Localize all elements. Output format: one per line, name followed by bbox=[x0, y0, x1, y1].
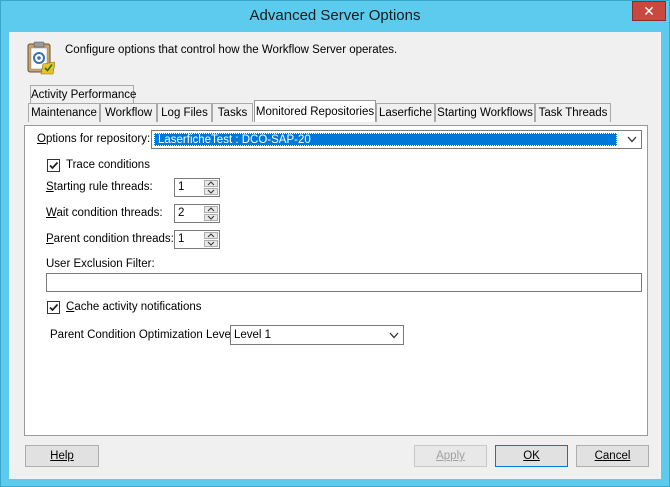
starting-threads-label: Starting rule threads: bbox=[46, 181, 153, 193]
close-button[interactable]: ✕ bbox=[632, 1, 666, 21]
tab-activity-performance[interactable]: Activity Performance bbox=[30, 85, 136, 104]
repository-label-text: ptions for repository: bbox=[45, 133, 151, 145]
spin-up-button[interactable] bbox=[204, 232, 218, 239]
optimization-level-select[interactable]: Level 1 bbox=[230, 325, 404, 345]
starting-threads-text: tarting rule threads: bbox=[53, 181, 153, 193]
trace-conditions-label: Trace conditions bbox=[66, 159, 150, 171]
arrow-down-icon bbox=[207, 241, 215, 246]
help-button-label: Help bbox=[50, 450, 74, 462]
tab-log-files[interactable]: Log Files bbox=[157, 103, 212, 122]
apply-button[interactable]: Apply bbox=[414, 445, 487, 467]
tab-tasks[interactable]: Tasks bbox=[212, 103, 253, 122]
wait-threads-text: ait condition threads: bbox=[56, 207, 163, 219]
apply-button-label: Apply bbox=[436, 450, 465, 462]
chevron-down-icon bbox=[389, 332, 399, 339]
repository-label-accesskey: O bbox=[37, 133, 46, 145]
dialog-window: Advanced Server Options ✕ Configure opti… bbox=[0, 0, 670, 487]
spinner-arrows bbox=[204, 206, 218, 221]
cache-notifications-checkbox[interactable] bbox=[47, 301, 60, 314]
chevron-down-icon bbox=[627, 136, 637, 143]
cancel-button[interactable]: Cancel bbox=[576, 445, 649, 467]
spin-up-button[interactable] bbox=[204, 206, 218, 213]
tab-task-threads[interactable]: Task Threads bbox=[535, 103, 611, 122]
parent-threads-spinner[interactable]: 1 bbox=[174, 230, 220, 249]
optimization-level-value: Level 1 bbox=[234, 329, 272, 341]
repository-select[interactable]: LaserficheTest : DCO-SAP-20 bbox=[151, 130, 642, 149]
cache-notifications-label: Cache activity notifications bbox=[66, 301, 202, 313]
repository-label: Options for repository: bbox=[37, 133, 150, 145]
spinner-arrows bbox=[204, 232, 218, 247]
monitored-repositories-panel: Options for repository: LaserficheTest :… bbox=[24, 125, 648, 436]
parent-threads-text: arent condition threads: bbox=[53, 233, 174, 245]
tab-monitored-repositories[interactable]: Monitored Repositories bbox=[254, 100, 376, 122]
tab-laserfiche[interactable]: Laserfiche bbox=[376, 103, 435, 122]
wait-threads-value: 2 bbox=[178, 207, 185, 219]
cache-notifications-text: ache activity notifications bbox=[74, 301, 202, 313]
ok-button[interactable]: OK bbox=[495, 445, 568, 467]
clipboard-settings-icon bbox=[27, 41, 55, 75]
starting-threads-accesskey: S bbox=[46, 181, 54, 193]
spin-down-button[interactable] bbox=[204, 188, 218, 195]
user-exclusion-label: User Exclusion Filter: bbox=[46, 258, 155, 270]
help-button[interactable]: Help bbox=[25, 445, 99, 467]
window-title: Advanced Server Options bbox=[249, 7, 421, 24]
spinner-arrows bbox=[204, 180, 218, 195]
header-description: Configure options that control how the W… bbox=[65, 44, 398, 56]
checkmark-icon bbox=[49, 303, 59, 312]
cancel-button-label: Cancel bbox=[594, 450, 631, 462]
checkmark-icon bbox=[49, 161, 59, 170]
tab-row-2: Maintenance Workflow Log Files Tasks Mon… bbox=[28, 100, 648, 123]
starting-threads-value: 1 bbox=[178, 181, 185, 193]
optimization-level-label: Parent Condition Optimization Level: bbox=[50, 329, 237, 341]
arrow-down-icon bbox=[207, 189, 215, 194]
wait-threads-label: Wait condition threads: bbox=[46, 207, 163, 219]
spin-down-button[interactable] bbox=[204, 240, 218, 247]
user-exclusion-input[interactable] bbox=[46, 273, 642, 292]
parent-threads-label: Parent condition threads: bbox=[46, 233, 174, 245]
wait-threads-accesskey: W bbox=[46, 207, 57, 219]
arrow-down-icon bbox=[207, 215, 215, 220]
tab-starting-workflows[interactable]: Starting Workflows bbox=[435, 103, 535, 122]
title-bar[interactable]: Advanced Server Options ✕ bbox=[1, 1, 669, 32]
starting-threads-spinner[interactable]: 1 bbox=[174, 178, 220, 197]
tab-workflow[interactable]: Workflow bbox=[100, 103, 157, 122]
spin-down-button[interactable] bbox=[204, 214, 218, 221]
spin-up-button[interactable] bbox=[204, 180, 218, 187]
arrow-up-icon bbox=[207, 181, 215, 186]
parent-threads-accesskey: P bbox=[46, 233, 54, 245]
repository-selected-value: LaserficheTest : DCO-SAP-20 bbox=[154, 133, 617, 146]
arrow-up-icon bbox=[207, 207, 215, 212]
arrow-up-icon bbox=[207, 233, 215, 238]
ok-button-label: OK bbox=[523, 450, 540, 462]
trace-conditions-checkbox[interactable] bbox=[47, 159, 60, 172]
parent-threads-value: 1 bbox=[178, 233, 185, 245]
dialog-client-area: Configure options that control how the W… bbox=[9, 32, 661, 479]
wait-threads-spinner[interactable]: 2 bbox=[174, 204, 220, 223]
tab-maintenance[interactable]: Maintenance bbox=[28, 103, 100, 122]
dialog-header: Configure options that control how the W… bbox=[9, 32, 661, 77]
